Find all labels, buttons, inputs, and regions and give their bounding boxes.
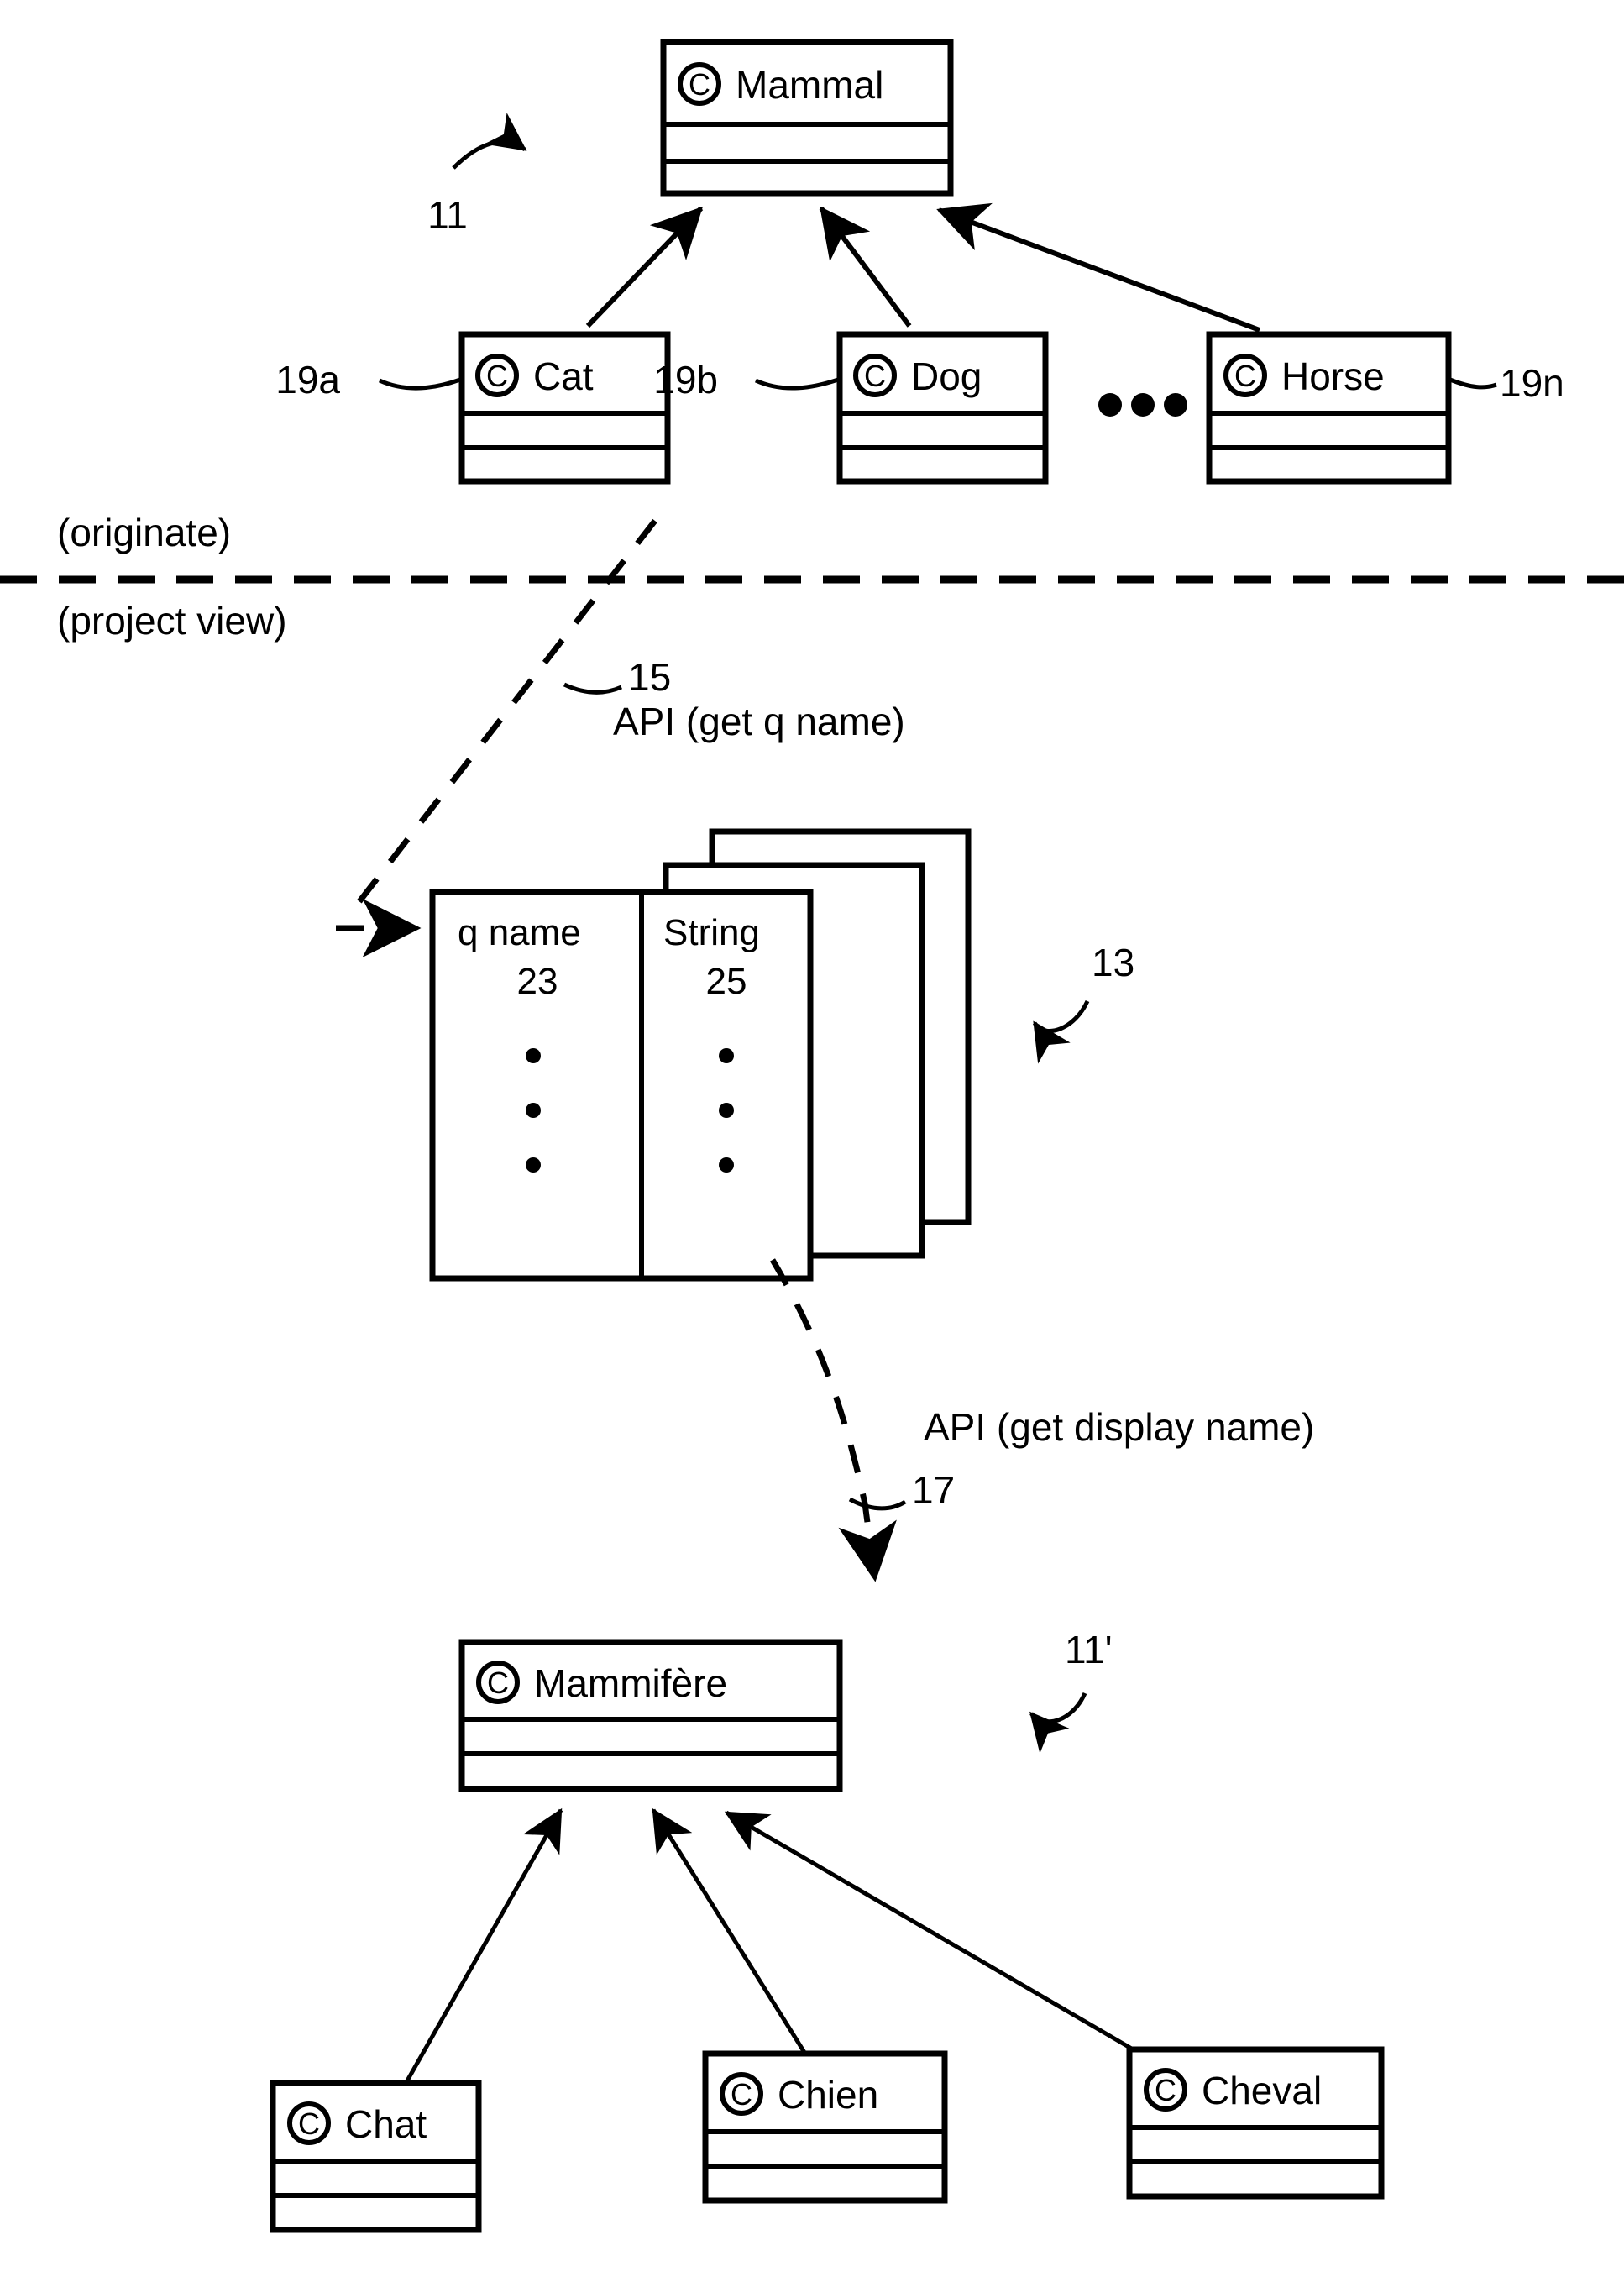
class-box-horse-label: Horse bbox=[1281, 354, 1385, 398]
svg-text:C: C bbox=[864, 359, 886, 393]
svg-text:C: C bbox=[298, 2106, 320, 2141]
ref-11-arrow bbox=[452, 113, 527, 170]
ref-label-19a-group: 19a bbox=[275, 358, 461, 401]
resource-column-qname-ref: 23 bbox=[517, 961, 558, 1002]
ref-19b-leader bbox=[754, 377, 839, 391]
ref-19n-leader bbox=[1449, 377, 1497, 390]
ref-label-11: 11 bbox=[427, 193, 468, 237]
inherit-arrow-cheval-to-mammifere bbox=[724, 1810, 1146, 2059]
divider-label-project-view: (project view) bbox=[57, 599, 287, 643]
resource-string-dot-1 bbox=[719, 1048, 734, 1063]
api-15-label: API (get q name) bbox=[613, 700, 905, 743]
svg-text:C: C bbox=[487, 1666, 509, 1700]
class-box-chat[interactable]: C Chat bbox=[270, 2080, 482, 2233]
api-17-flow-line bbox=[769, 1258, 897, 1582]
resource-column-string-ref: 25 bbox=[706, 961, 747, 1002]
ref-13-arrow bbox=[1032, 999, 1090, 1064]
class-box-cheval-label: Cheval bbox=[1202, 2069, 1322, 2112]
uml-class-diagram: C Mammal 11 C Cat 19a C Dog 19b C Horse … bbox=[0, 39, 1624, 2233]
svg-text:C: C bbox=[486, 359, 508, 393]
ref-label-11-prime: 11' bbox=[1065, 1628, 1113, 1671]
ref-label-19n: 19n bbox=[1500, 361, 1564, 405]
resource-qname-dot-3 bbox=[526, 1157, 541, 1173]
ref-label-19n-group: 19n bbox=[1449, 361, 1564, 405]
class-box-chien-label: Chien bbox=[778, 2073, 878, 2117]
class-box-cat-label: Cat bbox=[533, 354, 594, 398]
resource-column-qname-header: q name bbox=[458, 912, 581, 953]
ref-17-leader bbox=[848, 1497, 907, 1511]
class-box-chien[interactable]: C Chien bbox=[702, 2050, 948, 2204]
ref-label-11-group: 11 bbox=[427, 113, 527, 237]
ellipsis-more-subclasses bbox=[1098, 393, 1187, 417]
ref-11-prime-arrow bbox=[1029, 1692, 1087, 1754]
inherit-arrow-dog-to-mammal bbox=[819, 206, 912, 328]
inherit-arrow-horse-to-mammal bbox=[936, 202, 1261, 333]
inherit-arrow-chat-to-mammifere bbox=[380, 1807, 563, 2127]
class-box-cheval[interactable]: C Cheval bbox=[1126, 2046, 1385, 2200]
ref-label-17: 17 bbox=[912, 1468, 955, 1512]
class-box-mammal[interactable]: C Mammal bbox=[660, 39, 954, 197]
class-box-mammifere[interactable]: C Mammifère bbox=[458, 1639, 843, 1792]
class-box-dog-label: Dog bbox=[911, 354, 982, 398]
ref-label-19b: 19b bbox=[653, 358, 718, 401]
ref-15-leader bbox=[563, 682, 623, 695]
ref-label-19a: 19a bbox=[275, 358, 340, 401]
class-box-cat[interactable]: C Cat bbox=[458, 331, 671, 485]
svg-text:C: C bbox=[1155, 2073, 1176, 2107]
ref-label-11-prime-group: 11' bbox=[1029, 1628, 1113, 1754]
ref-label-15-group: 15 bbox=[563, 655, 671, 699]
class-box-dog[interactable]: C Dog bbox=[836, 331, 1049, 485]
ref-label-15: 15 bbox=[628, 655, 671, 699]
resource-column-string-header: String bbox=[663, 912, 760, 953]
svg-text:C: C bbox=[1234, 359, 1256, 393]
class-box-mammifere-label: Mammifère bbox=[534, 1661, 727, 1705]
class-box-horse[interactable]: C Horse bbox=[1206, 331, 1452, 485]
resource-qname-dot-2 bbox=[526, 1103, 541, 1118]
class-box-mammal-label: Mammal bbox=[736, 63, 883, 107]
ref-label-13: 13 bbox=[1092, 941, 1134, 984]
resource-card-front[interactable]: q name 23 String 25 bbox=[429, 889, 814, 1282]
resource-string-dot-2 bbox=[719, 1103, 734, 1118]
ref-19a-leader bbox=[378, 377, 461, 391]
class-box-chat-label: Chat bbox=[345, 2102, 427, 2146]
svg-text:C: C bbox=[689, 67, 710, 102]
inherit-arrow-cat-to-mammal bbox=[585, 206, 704, 328]
ref-label-19b-group: 19b bbox=[653, 358, 839, 401]
resource-qname-dot-1 bbox=[526, 1048, 541, 1063]
ref-label-17-group: 17 bbox=[848, 1468, 955, 1512]
divider-label-originate: (originate) bbox=[57, 511, 231, 554]
svg-text:C: C bbox=[731, 2077, 752, 2112]
api-17-label: API (get display name) bbox=[924, 1405, 1314, 1449]
ref-label-13-group: 13 bbox=[1032, 941, 1134, 1064]
figure-root: C Mammal 11 C Cat 19a C Dog 19b C Horse … bbox=[0, 0, 1624, 2277]
resource-string-dot-3 bbox=[719, 1157, 734, 1173]
